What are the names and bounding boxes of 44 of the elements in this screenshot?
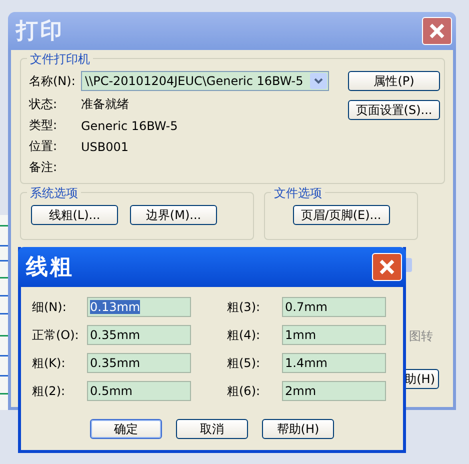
- close-icon: [428, 22, 446, 40]
- field-label: 粗(K):: [32, 354, 66, 372]
- info-label: 备注:: [29, 159, 58, 176]
- dialog-button[interactable]: 确定: [90, 419, 162, 439]
- dialog-button[interactable]: 页眉/页脚(E)...: [292, 205, 390, 225]
- group-title: 文件选项: [271, 185, 325, 202]
- info-value: Generic 16BW-5: [81, 118, 178, 132]
- info-value: USB001: [81, 140, 129, 154]
- input-field[interactable]: 0.35mm: [87, 353, 191, 373]
- chevron-down-icon: [314, 78, 323, 84]
- dialog-button[interactable]: 页面设置(S)...: [348, 100, 440, 120]
- close-button[interactable]: [422, 17, 452, 45]
- window-title: 打印: [16, 18, 64, 46]
- dialog-button[interactable]: 边界(M)...: [130, 205, 217, 225]
- field-label: 粗(5):: [227, 354, 262, 372]
- input-field[interactable]: 1mm: [282, 325, 386, 345]
- input-field[interactable]: 1.4mm: [282, 353, 386, 373]
- input-field[interactable]: 0.5mm: [87, 381, 191, 401]
- field-label: 细(N):: [32, 298, 68, 316]
- window-title: 线粗: [26, 254, 74, 282]
- info-value: 准备就绪: [81, 96, 129, 113]
- field-label: 粗(4):: [227, 326, 262, 344]
- dialog-button[interactable]: 属性(P): [348, 71, 440, 91]
- input-field[interactable]: 2mm: [282, 381, 386, 401]
- input-field[interactable]: 0.13mm: [87, 297, 191, 317]
- printer-dropdown[interactable]: \\PC-20101204JEUC\Generic 16BW-5: [81, 71, 329, 91]
- field-label: 粗(2):: [32, 382, 66, 400]
- field-label: 名称(N):: [29, 72, 76, 90]
- group-title: 文件打印机: [27, 51, 93, 68]
- option-label: 图转: [409, 328, 433, 345]
- field-label: 粗(6):: [227, 382, 262, 400]
- dialog-button[interactable]: 帮助(H): [262, 419, 334, 439]
- input-field[interactable]: 0.35mm: [87, 325, 191, 345]
- group-title: 系统选项: [27, 185, 81, 202]
- info-label: 状态:: [29, 96, 58, 113]
- field-label: 正常(O):: [32, 326, 80, 344]
- dialog-button[interactable]: 取消: [176, 419, 248, 439]
- close-icon: [378, 258, 396, 276]
- input-field[interactable]: 0.7mm: [282, 297, 386, 317]
- dialog-button[interactable]: 线粗(L)...: [31, 205, 118, 225]
- field-label: 粗(3):: [227, 298, 262, 316]
- info-label: 位置:: [29, 138, 58, 155]
- close-button[interactable]: [372, 253, 402, 281]
- info-label: 类型:: [29, 117, 58, 134]
